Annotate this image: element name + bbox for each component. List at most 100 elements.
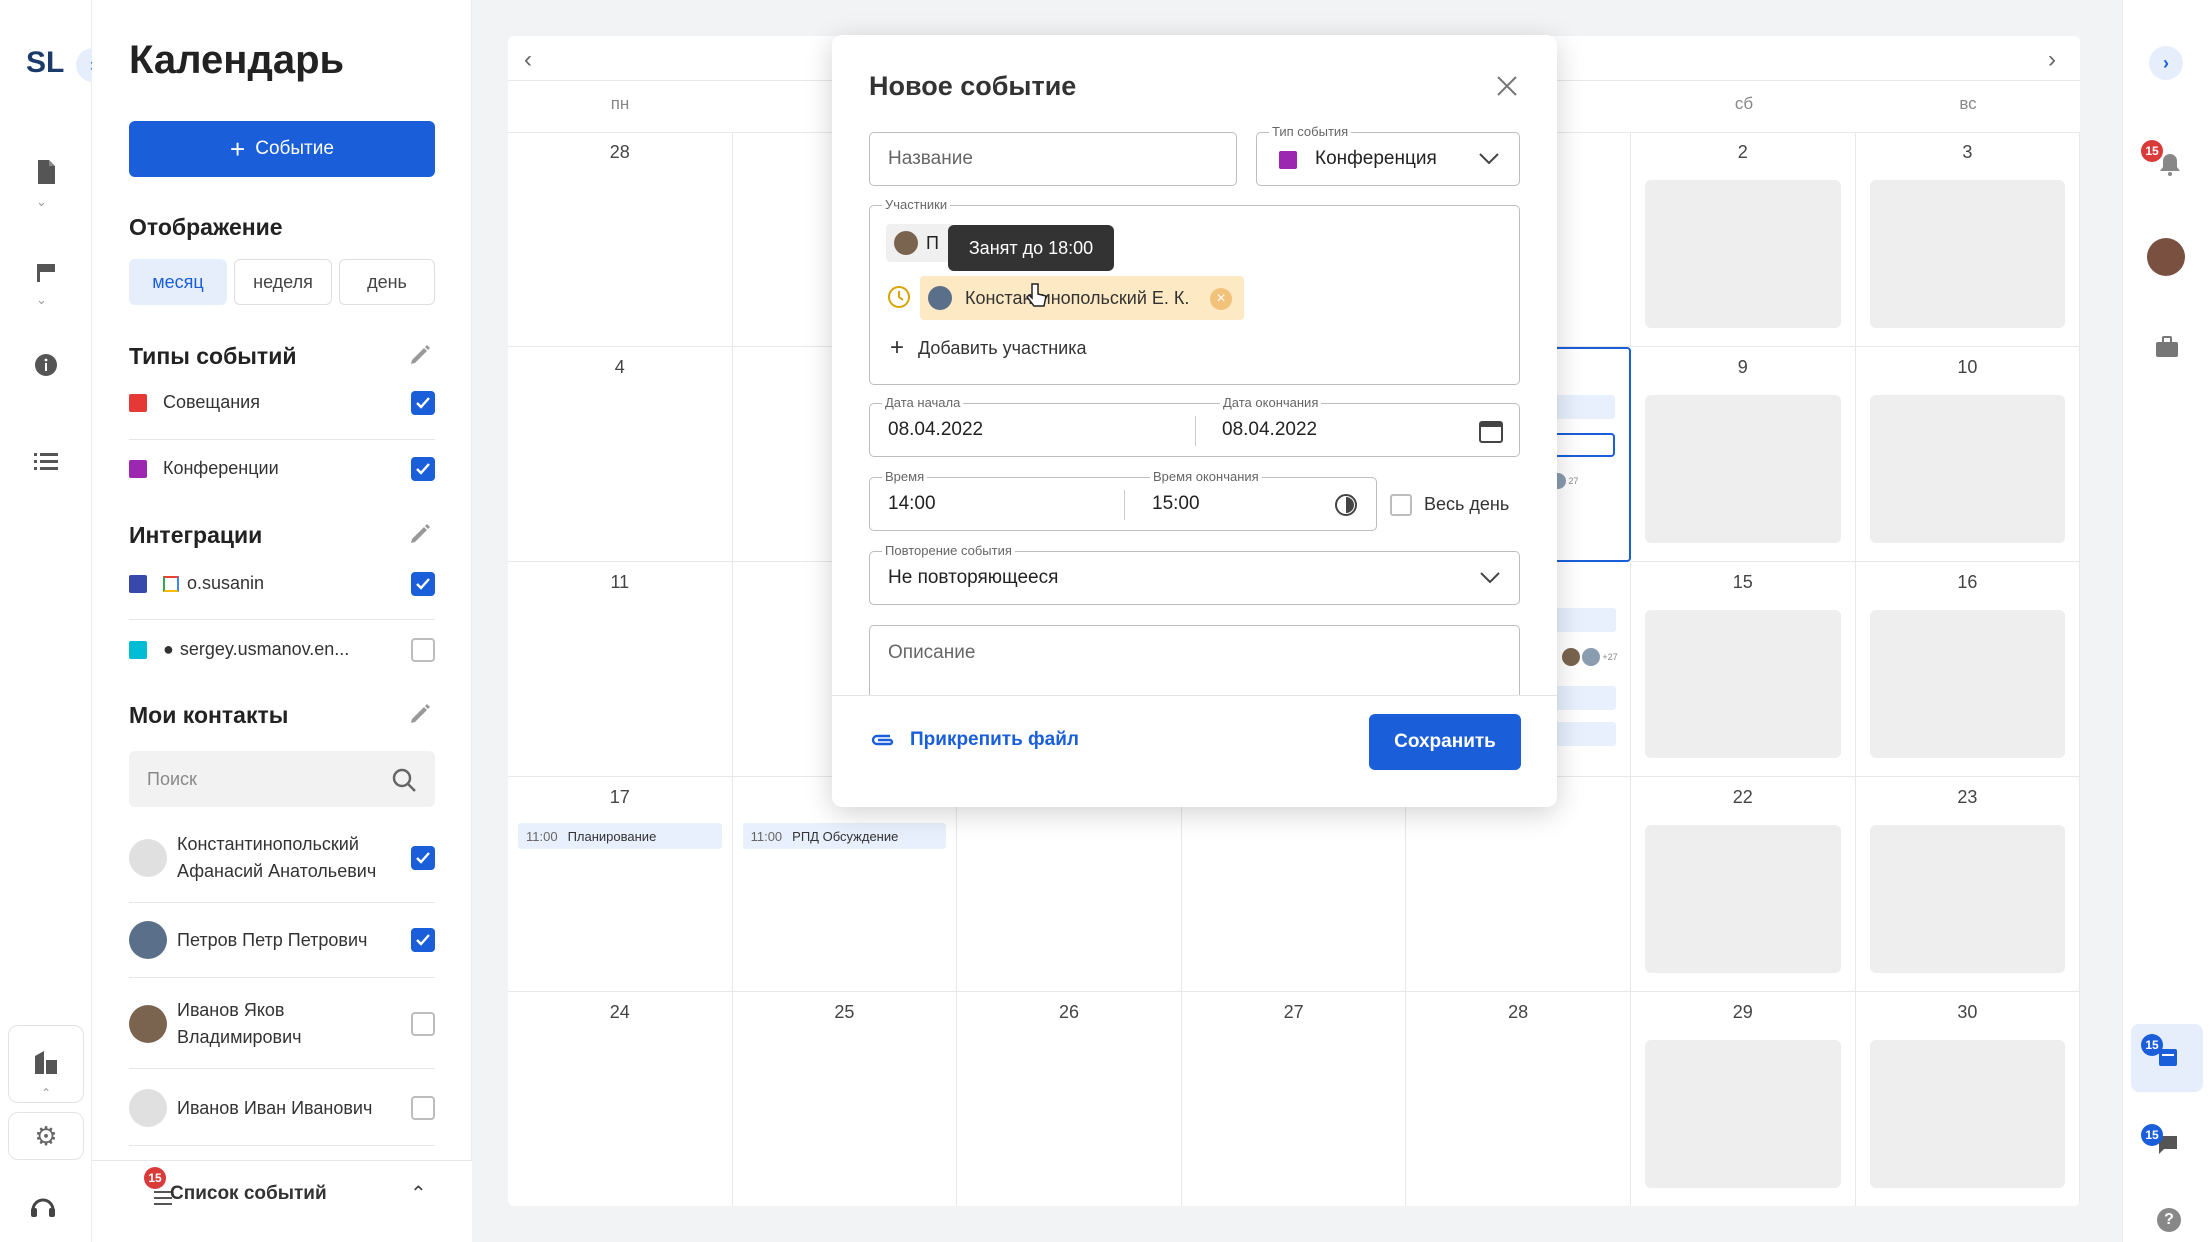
prev-month-button[interactable]: ‹ (524, 46, 532, 74)
edit-event-types-icon[interactable] (408, 343, 434, 369)
avatar (928, 286, 952, 310)
info-icon[interactable] (26, 345, 66, 385)
buildings-tile[interactable]: ⌃ (8, 1025, 84, 1103)
next-month-button[interactable]: › (2048, 46, 2056, 74)
weekday-header: пн (610, 94, 630, 113)
calendar-day-cell[interactable]: 11 (508, 562, 733, 777)
placeholder-block (1869, 395, 2066, 543)
description-input[interactable]: Описание (869, 625, 1520, 695)
tasks-panel-button[interactable]: 15 (2131, 1024, 2203, 1092)
clock-icon[interactable] (1334, 493, 1358, 517)
calendar-day-cell[interactable] (957, 777, 1182, 992)
calendar-day-cell[interactable]: 4 (508, 347, 733, 562)
day-number: 26 (1058, 1002, 1079, 1022)
add-event-button[interactable]: + Событие (129, 121, 435, 177)
event-type-select[interactable]: Тип события Конференция (1256, 124, 1520, 186)
event-name-input[interactable]: Название (869, 132, 1237, 186)
calendar-day-cell[interactable]: 10 (1855, 347, 2080, 562)
day-number: 24 (609, 1002, 630, 1022)
attach-file-button[interactable]: Прикрепить файл (870, 729, 1079, 751)
calendar-day-cell[interactable]: 30 (1856, 992, 2080, 1206)
notification-badge: 15 (2141, 140, 2163, 162)
day-number: 3 (1962, 142, 1973, 162)
edit-contacts-icon[interactable] (408, 702, 434, 728)
document-icon[interactable] (26, 152, 66, 192)
calendar-day-cell[interactable]: 28 (1406, 992, 1631, 1206)
busy-tooltip: Занят до 18:00 (948, 225, 1114, 271)
placeholder-block (1645, 825, 1841, 973)
calendar-day-cell[interactable]: 15 (1631, 562, 1856, 777)
conferences-checkbox[interactable] (411, 456, 435, 481)
calendar-icon[interactable] (1478, 418, 1504, 444)
calendar-day-cell[interactable]: 2 (1631, 132, 1856, 347)
date-range-field[interactable]: Дата начала 08.04.2022 Дата окончания 08… (869, 395, 1520, 457)
calendar-day-cell[interactable] (1181, 777, 1407, 992)
calendar-day-cell[interactable]: 3 (1855, 132, 2080, 347)
placeholder-block (1869, 610, 2066, 758)
calendar-event[interactable]: 11:00 РПД Обсуждение (742, 823, 947, 849)
chevron-down-icon[interactable]: ⌄ (36, 194, 47, 210)
help-icon[interactable]: ? (2157, 1208, 2181, 1232)
contact-checkbox[interactable] (411, 846, 435, 870)
close-icon[interactable] (1496, 75, 1518, 97)
view-week-button[interactable]: неделя (234, 259, 332, 305)
chevron-up-icon[interactable]: ⌃ (410, 1181, 427, 1206)
calendar-day-cell[interactable]: 24 (508, 992, 733, 1206)
color-swatch (1279, 151, 1297, 169)
save-button[interactable]: Сохранить (1369, 714, 1521, 770)
calendar-day-cell[interactable]: 16 (1855, 562, 2080, 777)
support-icon[interactable] (30, 1196, 56, 1218)
divider (129, 977, 435, 978)
repeat-select[interactable]: Повторение события Не повторяющееся (869, 543, 1520, 605)
calendar-day-cell[interactable]: 26 (957, 992, 1182, 1206)
calendar-day-cell[interactable]: 25 (733, 992, 958, 1206)
day-number: 11 (610, 572, 630, 592)
attendee-avatars: +27 (1562, 648, 1618, 666)
all-day-checkbox[interactable] (1390, 494, 1412, 516)
apple-checkbox[interactable] (411, 637, 435, 662)
participant-chip[interactable]: П (886, 224, 954, 262)
calendar-day-cell[interactable]: 28 (508, 132, 733, 347)
contacts-search-input[interactable]: Поиск (129, 751, 435, 807)
divider (129, 439, 435, 440)
contact-checkbox[interactable] (411, 928, 435, 952)
calendar-day-cell[interactable]: 27 (1182, 992, 1407, 1206)
event-list-panel[interactable]: 15 Список событий ⌃ (92, 1160, 472, 1242)
contact-checkbox[interactable] (411, 1012, 435, 1036)
contact-checkbox[interactable] (411, 1096, 435, 1120)
settings-button[interactable]: ⚙ (8, 1112, 84, 1160)
chevron-down-icon[interactable]: ⌄ (36, 292, 47, 308)
time-range-field[interactable]: Время 14:00 Время окончания 15:00 (869, 469, 1377, 531)
participant-chip-busy[interactable]: Константинопольский Е. К. × (920, 276, 1244, 320)
page-title: Календарь (129, 38, 345, 82)
calendar-day-cell[interactable]: 23 (1855, 777, 2080, 992)
chevron-up-icon[interactable]: ⌃ (41, 1086, 51, 1100)
briefcase-icon[interactable] (2155, 336, 2179, 358)
calendar-day-cell[interactable]: 22 (1631, 777, 1856, 992)
calendar-event[interactable]: 11:00 Планирование (518, 823, 722, 849)
avatar (129, 1005, 167, 1043)
placeholder-block (1869, 180, 2066, 328)
flag-icon[interactable] (26, 252, 66, 292)
view-day-button[interactable]: день (339, 259, 435, 305)
calendar-day-cell[interactable]: 9 (1631, 347, 1856, 562)
placeholder-block (1869, 825, 2066, 973)
google-checkbox[interactable] (411, 571, 435, 596)
remove-participant-icon[interactable]: × (1210, 288, 1232, 310)
calendar-day-cell[interactable]: 29 (1631, 992, 1856, 1206)
add-participant-button[interactable]: + Добавить участника (890, 334, 1086, 362)
edit-integrations-icon[interactable] (408, 522, 434, 548)
bell-icon[interactable] (2159, 152, 2181, 176)
calendar-day-cell[interactable]: 11:00 РПД Обсуждение (732, 777, 958, 992)
event-title: Планирование (567, 828, 657, 844)
color-swatch (129, 574, 147, 593)
list-icon[interactable] (26, 441, 66, 481)
meetings-checkbox[interactable] (411, 390, 435, 415)
calendar-day-cell[interactable] (1406, 777, 1631, 992)
search-icon[interactable] (391, 767, 417, 793)
user-avatar[interactable] (2147, 238, 2185, 276)
day-number: 30 (1957, 1002, 1978, 1022)
view-month-button[interactable]: месяц (129, 259, 227, 305)
calendar-day-cell[interactable]: 17 11:00 Планирование (508, 777, 733, 992)
expand-right-button[interactable]: › (2149, 46, 2183, 80)
